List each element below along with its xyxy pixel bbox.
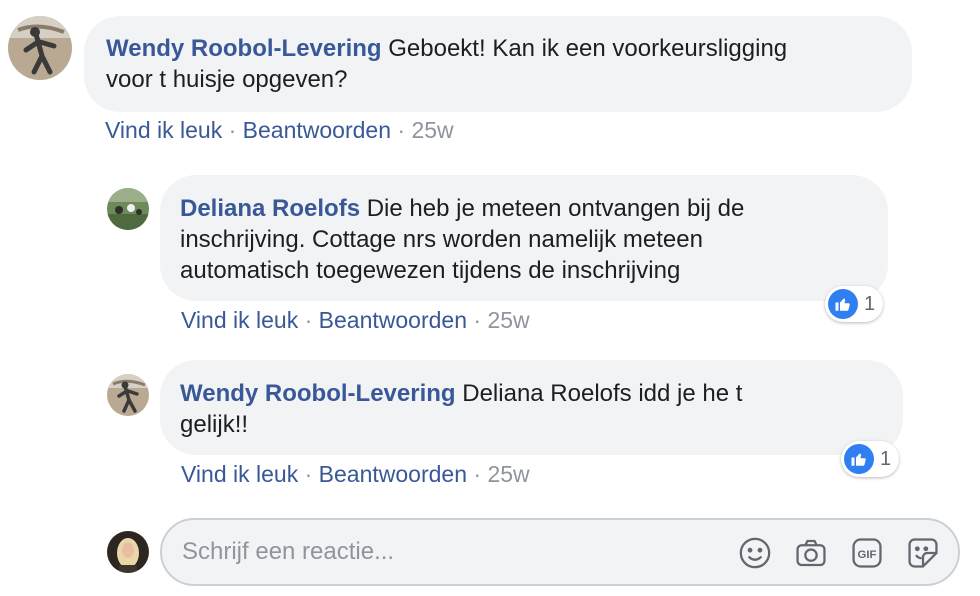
separator: ·	[228, 117, 237, 143]
comment-input[interactable]	[182, 520, 722, 584]
thumbs-up-icon	[828, 289, 858, 319]
avatar[interactable]	[107, 188, 149, 230]
reaction-summary[interactable]: 1	[841, 441, 900, 477]
comment-bubble: Deliana Roelofs Die heb je meteen ontvan…	[160, 175, 888, 301]
comment-bubble: Wendy Roobol-Levering Deliana Roelofs id…	[160, 360, 903, 455]
comment-author[interactable]: Wendy Roobol-Levering	[106, 35, 382, 62]
comment-actions: Vind ik leuk · Beantwoorden · 25w	[181, 306, 530, 334]
comment-text-line: voor t huisje opgeven?	[106, 66, 348, 93]
timestamp[interactable]: 25w	[487, 461, 529, 487]
current-user-avatar[interactable]	[107, 531, 149, 573]
separator: ·	[473, 461, 482, 487]
timestamp[interactable]: 25w	[487, 307, 529, 333]
avatar-photo	[107, 531, 149, 573]
avatar-photo	[107, 188, 149, 230]
comment-author[interactable]: Deliana Roelofs	[180, 195, 360, 222]
gif-label: GIF	[858, 549, 877, 561]
comment-text-line: inschrijving. Cottage nrs worden namelij…	[180, 226, 703, 253]
comment-text-line: automatisch toegewezen tijdens de inschr…	[180, 257, 681, 284]
reply-link[interactable]: Beantwoorden	[243, 117, 391, 143]
comment-bubble: Wendy Roobol-Levering Geboekt! Kan ik ee…	[84, 16, 912, 112]
thumbs-up-icon	[844, 444, 874, 474]
like-link[interactable]: Vind ik leuk	[181, 307, 298, 333]
separator: ·	[473, 307, 482, 333]
reaction-summary[interactable]: 1	[825, 286, 884, 322]
reply-link[interactable]: Beantwoorden	[319, 307, 467, 333]
like-link[interactable]: Vind ik leuk	[181, 461, 298, 487]
avatar[interactable]	[8, 16, 72, 80]
comment-actions: Vind ik leuk · Beantwoorden · 25w	[105, 116, 454, 144]
reaction-count: 1	[880, 447, 892, 470]
reaction-count: 1	[864, 292, 876, 315]
reply-link[interactable]: Beantwoorden	[319, 461, 467, 487]
avatar-photo	[8, 16, 72, 80]
emoji-icon[interactable]	[738, 536, 772, 570]
avatar[interactable]	[107, 374, 149, 416]
separator: ·	[304, 461, 313, 487]
like-link[interactable]: Vind ik leuk	[105, 117, 222, 143]
separator: ·	[304, 307, 313, 333]
comment-text-line: gelijk!!	[180, 411, 249, 438]
sticker-icon[interactable]	[906, 536, 940, 570]
comment-text-line: Deliana Roelofs idd je he t	[462, 380, 743, 407]
camera-icon[interactable]	[794, 536, 828, 570]
comment-actions: Vind ik leuk · Beantwoorden · 25w	[181, 460, 530, 488]
comment-composer: GIF	[160, 518, 960, 586]
avatar-photo	[107, 374, 149, 416]
comment-author[interactable]: Wendy Roobol-Levering	[180, 380, 456, 407]
gif-icon[interactable]: GIF	[850, 536, 884, 570]
separator: ·	[397, 117, 406, 143]
comment-text-line: Die heb je meteen ontvangen bij de	[366, 195, 745, 222]
comment-text-line: Geboekt! Kan ik een voorkeursligging	[388, 35, 788, 62]
timestamp[interactable]: 25w	[411, 117, 453, 143]
